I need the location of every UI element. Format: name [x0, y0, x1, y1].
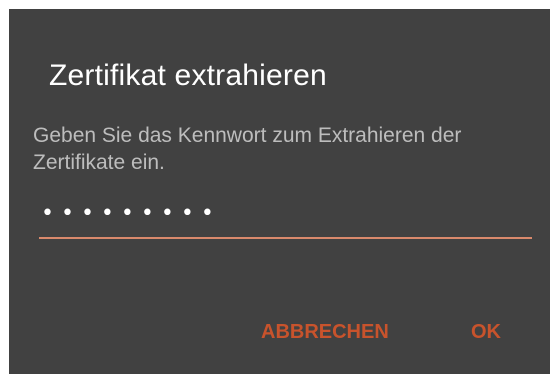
ok-button[interactable]: OK: [471, 321, 501, 344]
password-field-underline: [39, 237, 532, 239]
password-field[interactable]: •••••••••: [37, 201, 540, 235]
extract-certificate-dialog: Zertifikat extrahieren Geben Sie das Ken…: [9, 9, 550, 374]
dialog-title: Zertifikat extrahieren: [49, 59, 327, 92]
cancel-button[interactable]: ABBRECHEN: [261, 321, 389, 344]
dialog-message: Geben Sie das Kennwort zum Extrahieren d…: [33, 124, 462, 174]
